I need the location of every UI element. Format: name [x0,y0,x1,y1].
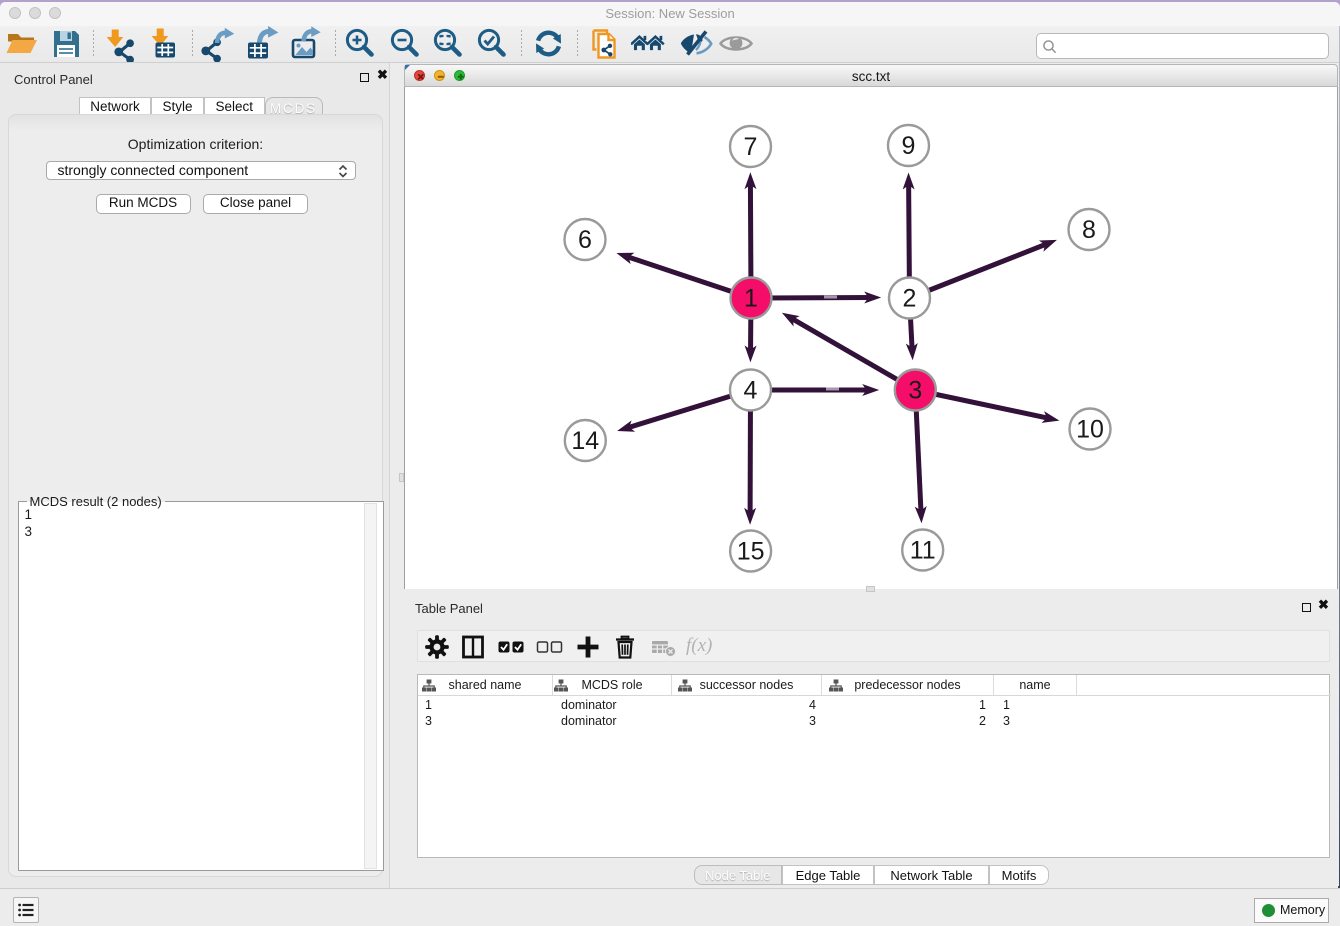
svg-text:9: 9 [902,132,916,160]
svg-text:10: 10 [1076,415,1104,443]
svg-text:1: 1 [744,284,758,312]
svg-text:4: 4 [744,376,758,404]
svg-text:15: 15 [737,537,765,565]
svg-text:2: 2 [903,284,917,312]
svg-text:7: 7 [744,133,758,161]
svg-text:6: 6 [578,226,592,254]
svg-text:11: 11 [910,536,936,564]
svg-text:8: 8 [1082,216,1096,244]
svg-text:14: 14 [571,427,599,455]
svg-text:3: 3 [908,376,922,404]
